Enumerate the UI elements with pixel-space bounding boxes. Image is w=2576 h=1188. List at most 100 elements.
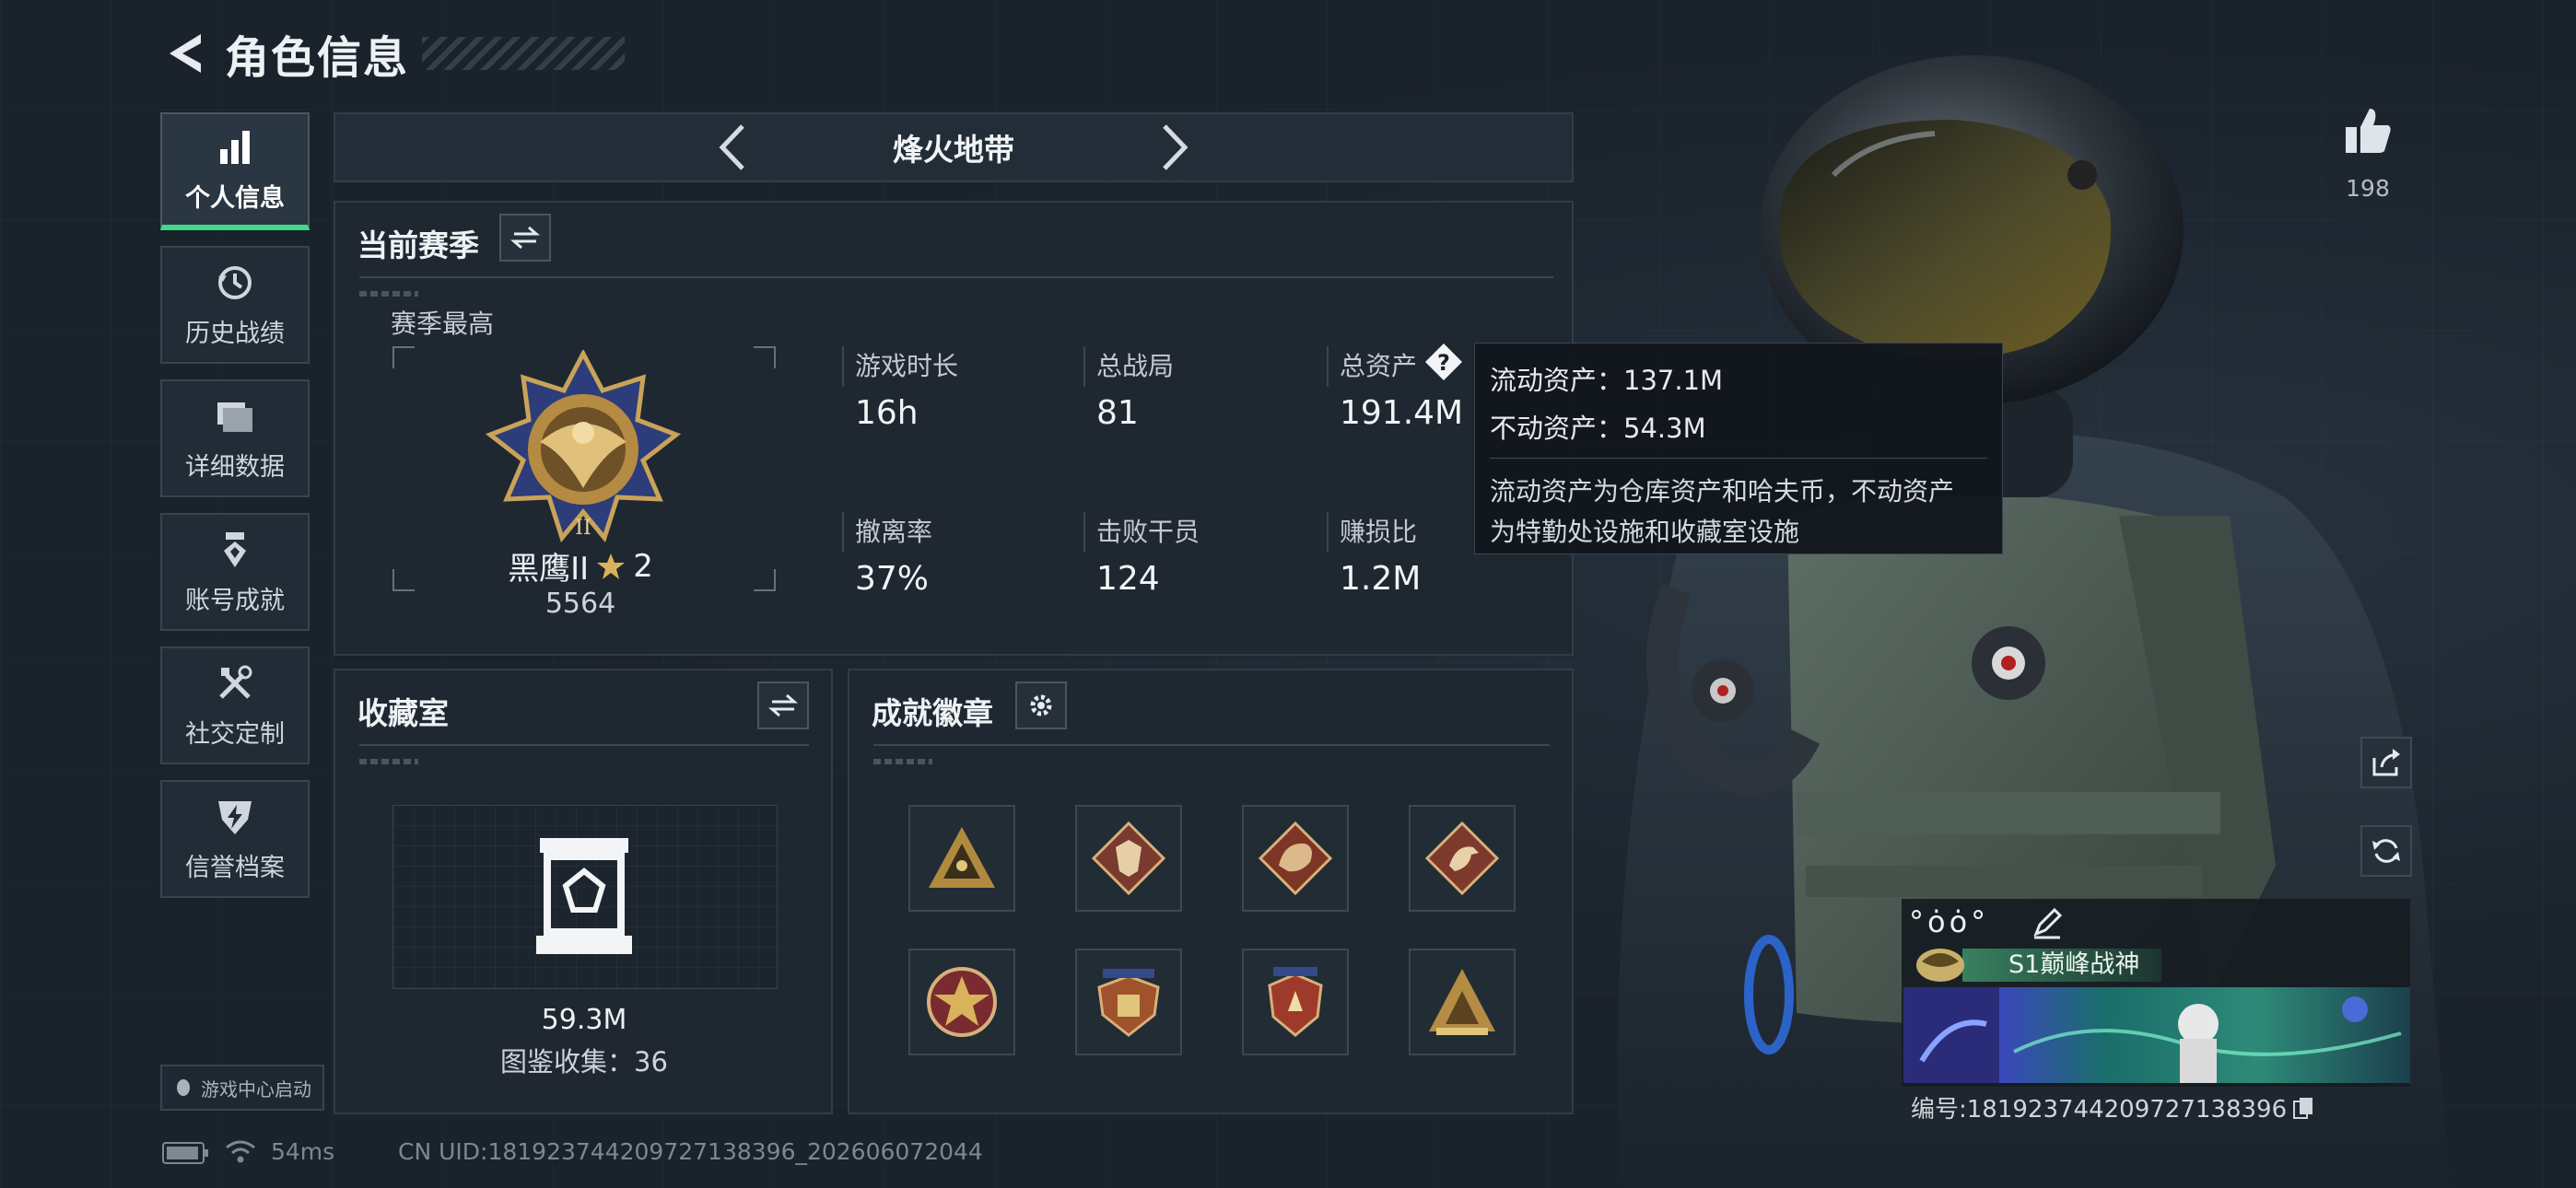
tooltip-description-line1: 流动资产为仓库资产和哈夫币，不动资产: [1490, 476, 1955, 507]
chevron-right-icon: [1163, 124, 1188, 170]
help-icon[interactable]: ?: [1424, 343, 1463, 381]
rank-name: 黑鹰II 2: [479, 543, 682, 588]
sidebar: 个人信息 历史战绩 详细数据 账号成就 社交定制 信誉档案: [160, 112, 313, 914]
stat-separator: [1083, 346, 1085, 387]
sidebar-item-personal-info[interactable]: 个人信息: [160, 112, 310, 230]
sidebar-item-achievements[interactable]: 账号成就: [160, 513, 310, 631]
sidebar-item-label: 信誉档案: [185, 853, 285, 882]
sidebar-item-label: 历史战绩: [185, 319, 285, 348]
stat-total-matches: 总战局 81: [1096, 346, 1174, 432]
share-button[interactable]: [2360, 737, 2412, 788]
history-clock-icon: [214, 262, 256, 304]
achievement-badge[interactable]: [1075, 805, 1182, 912]
stat-value: 191.4M: [1340, 394, 1464, 432]
collection-title: 收藏室: [357, 695, 449, 731]
season-title: 当前赛季: [357, 227, 479, 263]
assets-tooltip: 流动资产：137.1M 不动资产：54.3M 流动资产为仓库资产和哈夫币，不动资…: [1474, 343, 2003, 554]
season-best-label: 赛季最高: [391, 309, 495, 339]
stat-value: 37%: [855, 560, 930, 598]
collection-switch-button[interactable]: [757, 681, 809, 729]
star-medal-icon: [927, 967, 997, 1037]
swap-icon: [768, 693, 798, 717]
achievements-settings-button[interactable]: [1015, 681, 1067, 729]
collection-value: 59.3M: [541, 1004, 627, 1036]
achievement-badge[interactable]: [908, 805, 1015, 912]
ping-value: 54ms: [271, 1138, 335, 1165]
achievement-badge[interactable]: [1075, 949, 1182, 1055]
achievement-badge[interactable]: [908, 949, 1015, 1055]
sidebar-item-label: 账号成就: [185, 586, 285, 615]
title-emblem-icon: [1916, 949, 1964, 982]
svg-text:II: II: [575, 517, 591, 540]
wolf-badge-icon: [1091, 821, 1166, 896]
sidebar-item-history[interactable]: 历史战绩: [160, 246, 310, 364]
thumbs-up-icon: [2346, 109, 2391, 153]
frame-corner: [392, 569, 415, 591]
display-case-icon: [536, 838, 632, 954]
achievement-ribbon-icon: [214, 529, 256, 571]
sidebar-item-detailed-data[interactable]: 详细数据: [160, 379, 310, 497]
collection-count: 图鉴收集：36: [500, 1046, 668, 1077]
next-mode-button[interactable]: [1147, 120, 1202, 175]
shield-lightning-icon: [214, 796, 256, 838]
game-center-launch-button[interactable]: 游戏中心启动: [160, 1065, 324, 1111]
player-banner[interactable]: [1903, 987, 2410, 1083]
svg-text:?: ?: [1437, 350, 1450, 376]
season-switch-button[interactable]: [499, 214, 551, 262]
season-divider: [359, 276, 1553, 278]
refresh-icon: [2372, 839, 2400, 863]
sidebar-item-social[interactable]: 社交定制: [160, 646, 310, 764]
stat-label: 游戏时长: [855, 351, 959, 381]
sidebar-item-label: 个人信息: [185, 183, 285, 213]
back-button[interactable]: [164, 28, 208, 79]
copy-icon[interactable]: [2292, 1096, 2314, 1120]
stat-label: 总战局: [1096, 351, 1175, 381]
back-arrow-icon: [170, 34, 201, 73]
player-id: 编号:181923744209727138396: [1911, 1090, 2314, 1124]
stat-value: 124: [1096, 560, 1160, 598]
penguin-icon: [177, 1079, 190, 1096]
divider-decoration: [359, 759, 418, 764]
star-icon: [597, 553, 626, 579]
stat-separator: [1327, 512, 1329, 553]
stat-extraction-rate: 撤离率 37%: [855, 512, 932, 598]
wifi-icon: [226, 1140, 255, 1163]
stat-profit-loss: 赚损比 1.2M: [1340, 512, 1421, 598]
like-button[interactable]: [2331, 105, 2405, 169]
rank-stars: 2: [633, 547, 653, 585]
chevron-left-icon: [719, 124, 744, 170]
pyramid-badge-icon: [929, 827, 995, 888]
swap-icon: [510, 226, 540, 250]
refresh-button[interactable]: [2360, 825, 2412, 877]
stat-separator: [1083, 512, 1085, 553]
achievement-badge[interactable]: [1242, 949, 1349, 1055]
rank-emblem-icon: II: [485, 350, 682, 543]
stat-separator: [842, 512, 844, 553]
sidebar-item-credit[interactable]: 信誉档案: [160, 780, 310, 898]
player-id-text: 编号:181923744209727138396: [1911, 1096, 2288, 1124]
folder-icon: [214, 395, 256, 437]
player-signature: °ȯȯ°: [1909, 904, 1990, 939]
achievement-badge[interactable]: [1409, 949, 1516, 1055]
stat-label: 撤离率: [855, 517, 933, 547]
cn-uid: CN UID:181923744209727138396_20260607204…: [398, 1138, 983, 1165]
stat-operators-defeated: 击败干员 124: [1096, 512, 1200, 598]
previous-mode-button[interactable]: [705, 120, 760, 175]
player-title: S1巅峰战神: [2008, 950, 2140, 979]
frame-corner: [754, 569, 776, 591]
edit-icon[interactable]: [2031, 906, 2064, 939]
header: 角色信息: [164, 26, 626, 84]
game-center-label: 游戏中心启动: [201, 1077, 311, 1101]
stat-play-time: 游戏时长 16h: [855, 346, 958, 432]
winged-shield-badge-icon: [1097, 969, 1160, 1037]
stat-value: 1.2M: [1340, 560, 1422, 598]
achievement-badge[interactable]: [1409, 805, 1516, 912]
stat-separator: [1327, 346, 1329, 387]
stat-label: 击败干员: [1096, 517, 1200, 547]
frame-corner: [754, 346, 776, 368]
achievement-badge[interactable]: [1242, 805, 1349, 912]
share-icon: [2372, 749, 2400, 776]
achievements-title: 成就徽章: [872, 695, 993, 731]
tooltip-liquid-assets: 流动资产：137.1M: [1490, 365, 1724, 396]
stat-value: 16h: [855, 394, 919, 432]
